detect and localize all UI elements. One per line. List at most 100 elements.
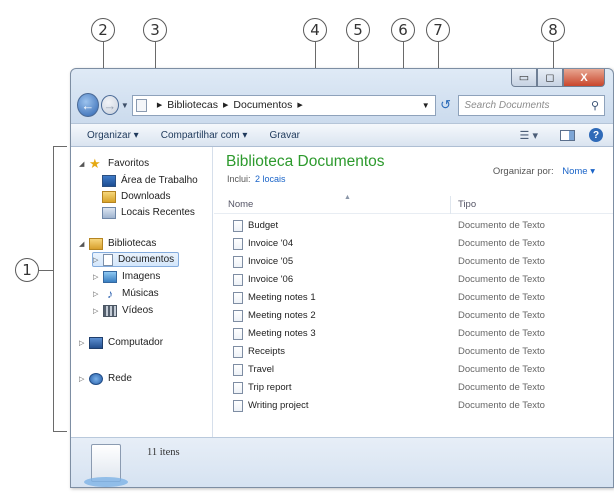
file-type: Documento de Texto: [458, 220, 545, 231]
network-icon: [89, 372, 103, 385]
text-file-icon: [233, 274, 243, 286]
collapse-triangle-icon[interactable]: ▷: [93, 290, 103, 298]
chevron-right-icon[interactable]: ▶: [157, 101, 162, 109]
search-placeholder: Search Documents: [464, 99, 550, 111]
search-icon[interactable]: ⚲: [591, 99, 599, 112]
text-file-icon: [233, 310, 243, 322]
file-row[interactable]: Meeting notes 3 Documento de Texto: [214, 325, 613, 343]
text-file-icon: [233, 346, 243, 358]
file-row[interactable]: Invoice '05 Documento de Texto: [214, 253, 613, 271]
tree-downloads[interactable]: Downloads: [102, 189, 170, 204]
includes-locations-link[interactable]: 2 locais: [255, 174, 286, 184]
callout-8: 8: [541, 18, 565, 42]
address-row: ← → ▼ ▶ Bibliotecas ▶ Documentos ▶ ▼ ↺ S…: [77, 91, 606, 119]
file-row[interactable]: Budget Documento de Texto: [214, 217, 613, 235]
file-name: Meeting notes 1: [248, 292, 316, 303]
collapse-triangle-icon[interactable]: ▷: [93, 273, 103, 281]
breadcrumb-documentos[interactable]: Documentos: [233, 99, 292, 111]
change-view-icon[interactable]: ☰ ▾: [520, 129, 538, 142]
text-file-icon: [233, 292, 243, 304]
file-row[interactable]: Travel Documento de Texto: [214, 361, 613, 379]
refresh-button[interactable]: ↺: [436, 95, 456, 116]
address-bar[interactable]: ▶ Bibliotecas ▶ Documentos ▶ ▼: [131, 94, 436, 116]
file-row[interactable]: Meeting notes 2 Documento de Texto: [214, 307, 613, 325]
back-button[interactable]: ←: [77, 93, 99, 117]
text-file-icon: [233, 256, 243, 268]
tree-videos[interactable]: ▷ Vídeos: [93, 303, 153, 318]
computer-icon: [89, 336, 103, 349]
tree-favoritos[interactable]: ◢ ★ Favoritos: [79, 156, 149, 171]
text-file-icon: [233, 238, 243, 250]
file-type: Documento de Texto: [458, 400, 545, 411]
collapse-triangle-icon[interactable]: ▷: [93, 307, 103, 315]
chevron-right-icon[interactable]: ▶: [223, 101, 228, 109]
item-count: 11 itens: [147, 447, 180, 458]
share-with-button[interactable]: Compartilhar com ▾: [161, 130, 248, 141]
library-includes: Inclui: 2 locais: [227, 174, 286, 184]
tree-label: Imagens: [122, 271, 161, 282]
tree-computador[interactable]: ▷ Computador: [79, 335, 163, 350]
help-icon[interactable]: ?: [589, 128, 603, 142]
tree-documentos[interactable]: ▷ Documentos: [92, 252, 180, 267]
file-name: Meeting notes 2: [248, 310, 316, 321]
recent-pages-dropdown-icon[interactable]: ▼: [121, 101, 129, 110]
leader-bracket-1-top: [53, 146, 67, 147]
file-type: Documento de Texto: [458, 364, 545, 375]
minimize-button[interactable]: ▭: [511, 69, 537, 87]
address-dropdown-icon[interactable]: ▼: [417, 101, 435, 110]
breadcrumb-bibliotecas[interactable]: Bibliotecas: [167, 99, 218, 111]
pictures-icon: [103, 270, 117, 283]
collapse-triangle-icon[interactable]: ▷: [79, 339, 89, 347]
file-name: Invoice '04: [248, 238, 294, 249]
caption-buttons: ▭ ◻ X: [511, 69, 605, 87]
organize-button[interactable]: Organizar ▾: [87, 130, 139, 141]
column-header-type[interactable]: Tipo: [458, 199, 476, 210]
file-row[interactable]: Trip report Documento de Texto: [214, 379, 613, 397]
desktop-icon: [102, 174, 116, 187]
file-type: Documento de Texto: [458, 256, 545, 267]
file-name: Travel: [248, 364, 275, 375]
file-row[interactable]: Invoice '06 Documento de Texto: [214, 271, 613, 289]
file-row[interactable]: Writing project Documento de Texto: [214, 397, 613, 415]
file-row[interactable]: Meeting notes 1 Documento de Texto: [214, 289, 613, 307]
text-file-icon: [233, 382, 243, 394]
file-type: Documento de Texto: [458, 328, 545, 339]
tree-rede[interactable]: ▷ Rede: [79, 371, 132, 386]
collapse-triangle-icon[interactable]: ▷: [79, 375, 89, 383]
tree-musicas[interactable]: ▷ ♪ Músicas: [93, 286, 159, 301]
chevron-right-icon[interactable]: ▶: [297, 101, 302, 109]
column-headers: ▲ Nome Tipo: [214, 194, 613, 214]
downloads-folder-icon: [102, 190, 116, 203]
command-bar-right: ☰ ▾ ?: [520, 128, 613, 142]
file-name: Meeting notes 3: [248, 328, 316, 339]
file-name: Invoice '05: [248, 256, 294, 267]
close-button[interactable]: X: [563, 69, 605, 87]
callout-1: 1: [15, 258, 39, 282]
column-header-name[interactable]: Nome: [228, 199, 253, 210]
search-input[interactable]: Search Documents ⚲: [458, 94, 606, 116]
preview-pane-icon[interactable]: [560, 129, 575, 141]
expand-triangle-icon[interactable]: ◢: [79, 160, 89, 168]
forward-button[interactable]: →: [100, 95, 119, 115]
file-row[interactable]: Invoice '04 Documento de Texto: [214, 235, 613, 253]
file-name: Budget: [248, 220, 279, 231]
expand-triangle-icon[interactable]: ◢: [79, 240, 89, 248]
tree-label: Computador: [108, 337, 164, 348]
tree-label: Rede: [108, 373, 132, 384]
navigation-pane: ◢ ★ Favoritos Área de Trabalho Downloads…: [71, 147, 213, 437]
arrange-by-dropdown[interactable]: Nome ▾: [562, 166, 595, 177]
burn-button[interactable]: Gravar: [269, 130, 300, 141]
maximize-button[interactable]: ◻: [537, 69, 563, 87]
text-file-icon: [233, 220, 243, 232]
tree-imagens[interactable]: ▷ Imagens: [93, 269, 160, 284]
arrange-by: Organizar por: Nome ▾: [493, 166, 595, 177]
tree-area-de-trabalho[interactable]: Área de Trabalho: [102, 173, 198, 188]
file-row[interactable]: Receipts Documento de Texto: [214, 343, 613, 361]
collapse-triangle-icon[interactable]: ▷: [93, 256, 103, 264]
details-pane: 11 itens: [71, 437, 613, 487]
leader-line-1: [39, 270, 53, 271]
file-type: Documento de Texto: [458, 274, 545, 285]
tree-bibliotecas[interactable]: ◢ Bibliotecas: [79, 236, 156, 251]
tree-locais-recentes[interactable]: Locais Recentes: [102, 205, 195, 220]
column-divider[interactable]: [450, 196, 451, 214]
